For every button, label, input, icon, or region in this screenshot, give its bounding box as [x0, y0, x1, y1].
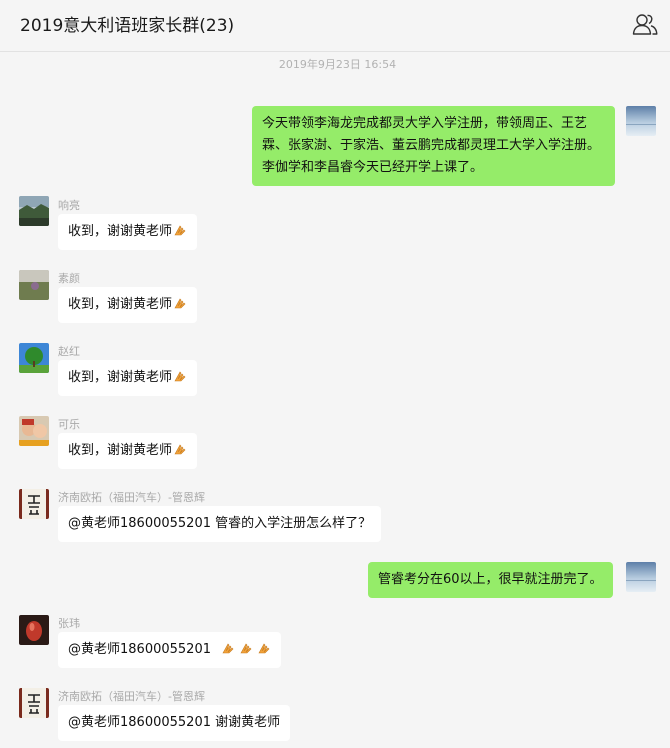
message-text: @黄老师18600055201 [68, 642, 211, 657]
message-text: 收到，谢谢黄老师 [68, 224, 173, 239]
hands-together-emoji [173, 369, 187, 383]
field-photo-avatar[interactable] [19, 270, 49, 300]
tree-photo-avatar[interactable] [19, 343, 49, 373]
hands-together-emoji [239, 641, 253, 655]
message-bubble-incoming[interactable]: 收到，谢谢黄老师 [58, 433, 198, 469]
sender-name: 赵红 [58, 345, 80, 358]
message-bubble-outgoing[interactable]: 今天带领李海龙完成都灵大学入学注册，带领周正、王艺 霖、张家澍、于家浩、董云鹏完… [252, 106, 615, 186]
message-bubble-incoming[interactable]: 收到，谢谢黄老师 [58, 287, 198, 323]
message-bubble-incoming[interactable]: 收到，谢谢黄老师 [58, 214, 198, 250]
sender-name: 济南欧拓（福田汽车）-管恩辉 [58, 491, 205, 504]
hands-together-emoji [221, 641, 235, 655]
hands-together-emoji [257, 641, 271, 655]
calligraphy-avatar[interactable] [19, 489, 49, 519]
hands-together-emoji [173, 223, 187, 237]
sender-name: 素颜 [58, 272, 80, 285]
message-line: 李伽学和李昌睿今天已经开学上课了。 [262, 160, 484, 175]
sender-name: 响亮 [58, 199, 80, 212]
sky-photo-avatar[interactable] [626, 562, 656, 592]
message-text: 收到，谢谢黄老师 [68, 443, 173, 458]
message-line: 霖、张家澍、于家浩、董云鹏完成都灵理工大学入学注册。 [262, 138, 601, 153]
message-line: 今天带领李海龙完成都灵大学入学注册，带领周正、王艺 [262, 116, 588, 131]
sender-name: 济南欧拓（福田汽车）-管恩辉 [58, 690, 205, 703]
hands-together-emoji [173, 442, 187, 456]
sender-name: 张玮 [58, 617, 80, 630]
message-text: @黄老师18600055201 谢谢黄老师 [68, 715, 281, 730]
sender-name: 可乐 [58, 418, 80, 431]
message-timestamp: 2019年9月23日 16:54 [278, 58, 397, 71]
sky-photo-avatar[interactable] [626, 106, 656, 136]
couple-photo-avatar[interactable] [19, 416, 49, 446]
message-bubble-incoming[interactable]: @黄老师18600055201 管睿的入学注册怎么样了？ [58, 506, 382, 542]
message-bubble-outgoing[interactable]: 管睿考分在60以上，很早就注册完了。 [368, 562, 613, 598]
message-text: 收到，谢谢黄老师 [68, 370, 173, 385]
hands-together-emoji [173, 296, 187, 310]
message-bubble-incoming[interactable]: @黄老师18600055201 谢谢黄老师 [58, 705, 291, 741]
red-object-avatar[interactable] [19, 615, 49, 645]
message-bubble-incoming[interactable]: 收到，谢谢黄老师 [58, 360, 198, 396]
landscape-photo-avatar[interactable] [19, 196, 49, 226]
message-text: 管睿考分在60以上，很早就注册完了。 [378, 572, 603, 587]
message-text: 收到，谢谢黄老师 [68, 297, 173, 312]
chat-title: 2019意大利语班家长群(23) [20, 16, 235, 36]
calligraphy-avatar[interactable] [19, 688, 49, 718]
group-members-icon[interactable] [632, 12, 658, 36]
message-bubble-incoming[interactable]: @黄老师18600055201 [58, 632, 282, 668]
message-text: @黄老师18600055201 管睿的入学注册怎么样了？ [68, 516, 372, 531]
chat-header: 2019意大利语班家长群(23) [0, 0, 670, 52]
